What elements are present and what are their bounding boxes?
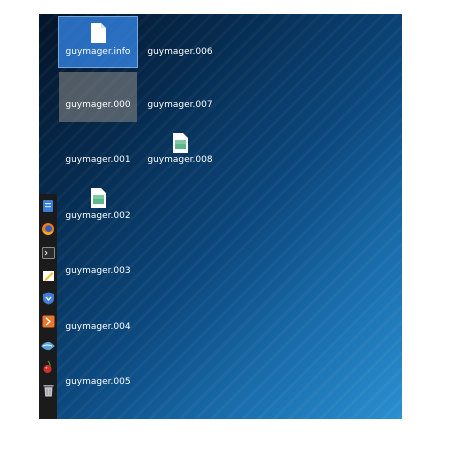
firefox-icon xyxy=(41,221,55,240)
file-manager-icon xyxy=(42,198,54,217)
cherrytree-icon xyxy=(42,359,55,378)
dock-cherrytree[interactable] xyxy=(39,357,57,379)
burp-suite-icon xyxy=(42,313,55,332)
metasploit-icon xyxy=(42,290,55,309)
dock-metasploit[interactable] xyxy=(39,288,57,310)
file-label: guymager.003 xyxy=(65,266,131,276)
desktop-file-guymager-000[interactable]: guymager.000 xyxy=(59,72,137,122)
desktop-file-guymager-006[interactable]: guymager.006 xyxy=(141,17,219,67)
dock-terminal[interactable] xyxy=(39,242,57,264)
dock-burp-suite[interactable] xyxy=(39,311,57,333)
dock-file-manager[interactable] xyxy=(39,196,57,218)
desktop-file-guymager-007[interactable]: guymager.007 xyxy=(141,72,219,122)
file-label: guymager.002 xyxy=(65,211,131,221)
image-file-icon xyxy=(171,132,189,154)
desktop[interactable]: guymager.info guymager.000 guymager.001 … xyxy=(39,14,402,419)
trash-icon xyxy=(43,382,54,401)
dock-trash[interactable] xyxy=(39,380,57,402)
desktop-file-guymager-004[interactable]: guymager.004 xyxy=(59,293,137,343)
file-label: guymager.008 xyxy=(147,155,213,165)
terminal-icon xyxy=(41,244,55,263)
wireshark-icon xyxy=(41,336,55,355)
file-label: guymager.005 xyxy=(65,377,131,387)
file-label: guymager.001 xyxy=(65,155,131,165)
desktop-file-guymager-002[interactable]: guymager.002 xyxy=(59,182,137,232)
file-label: guymager.004 xyxy=(65,322,131,332)
desktop-file-guymager-info[interactable]: guymager.info xyxy=(58,16,138,68)
application-dock xyxy=(39,194,57,419)
file-label: guymager.006 xyxy=(147,47,213,57)
text-editor-icon xyxy=(42,267,55,286)
desktop-file-guymager-003[interactable]: guymager.003 xyxy=(59,237,137,287)
file-label: guymager.info xyxy=(65,47,131,57)
file-label: guymager.000 xyxy=(65,100,131,110)
desktop-file-guymager-005[interactable]: guymager.005 xyxy=(59,348,137,398)
document-icon xyxy=(89,22,107,44)
image-file-icon xyxy=(89,187,107,209)
dock-text-editor[interactable] xyxy=(39,265,57,287)
dock-wireshark[interactable] xyxy=(39,334,57,356)
desktop-file-guymager-008[interactable]: guymager.008 xyxy=(141,127,219,177)
desktop-file-guymager-001[interactable]: guymager.001 xyxy=(59,127,137,177)
dock-firefox[interactable] xyxy=(39,219,57,241)
file-label: guymager.007 xyxy=(147,100,213,110)
